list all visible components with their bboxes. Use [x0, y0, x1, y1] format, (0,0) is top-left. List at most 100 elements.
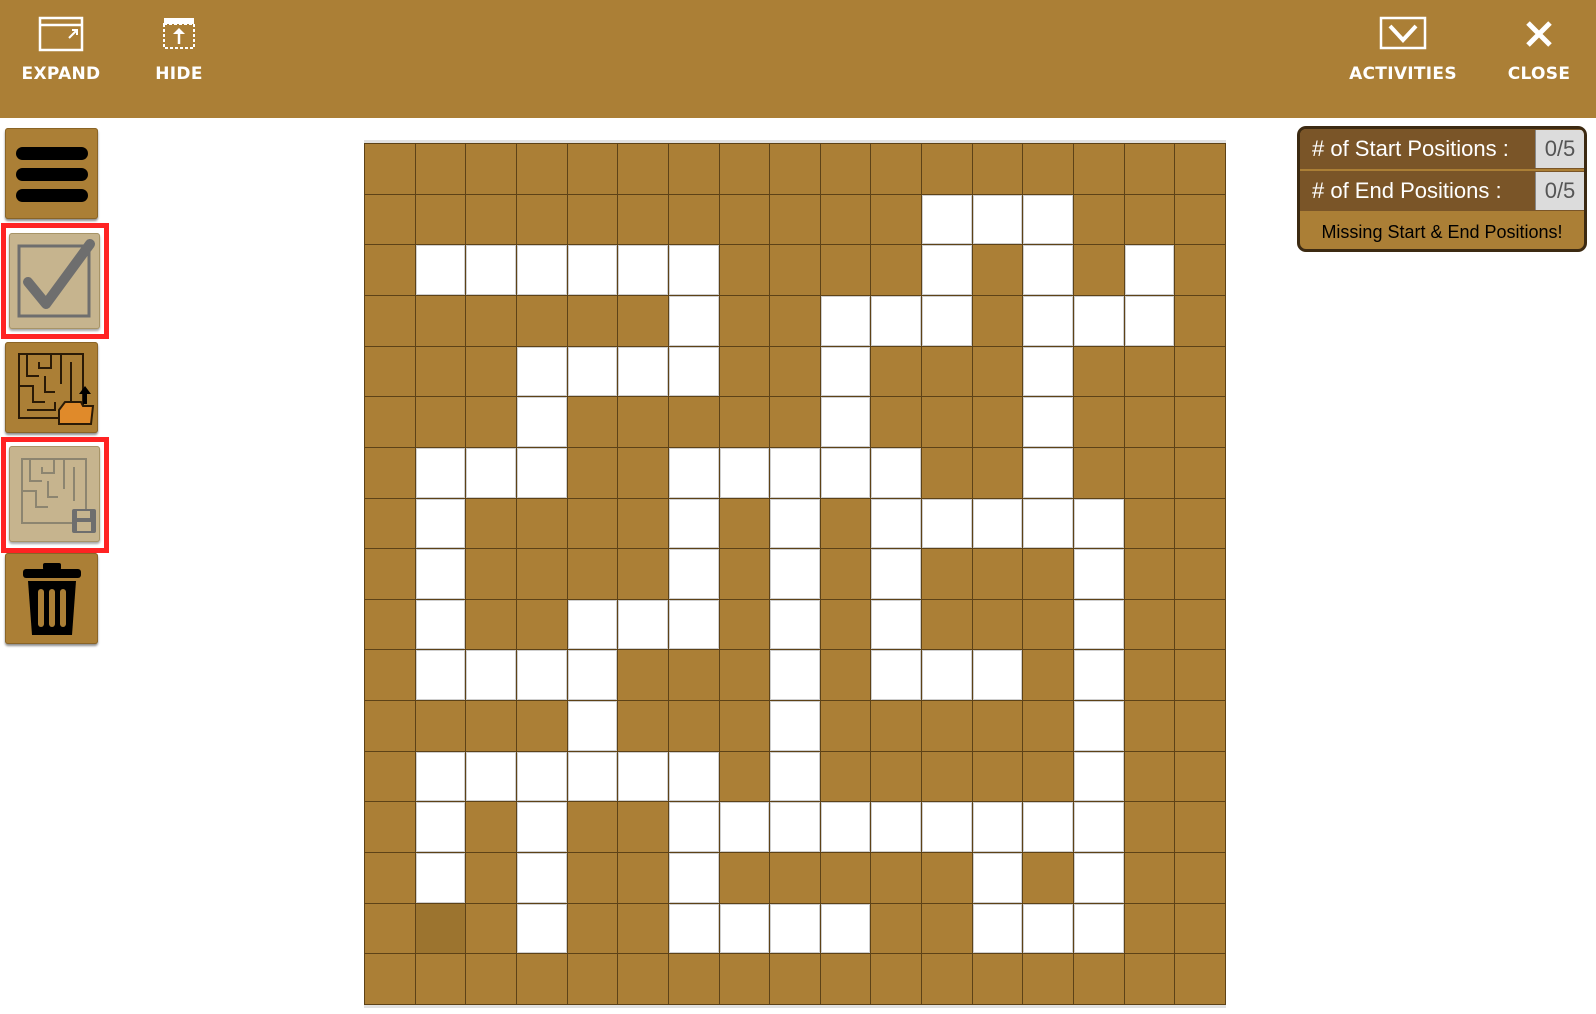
maze-path-cell[interactable] — [668, 447, 719, 498]
maze-wall-cell[interactable] — [415, 295, 466, 346]
maze-wall-cell[interactable] — [1175, 853, 1225, 903]
maze-wall-cell[interactable] — [871, 397, 922, 447]
maze-wall-cell[interactable] — [1175, 447, 1225, 498]
maze-wall-cell[interactable] — [365, 701, 415, 751]
maze-wall-cell[interactable] — [365, 650, 415, 701]
maze-wall-cell[interactable] — [871, 346, 922, 397]
maze-wall-cell[interactable] — [516, 954, 567, 1004]
maze-path-cell[interactable] — [972, 903, 1023, 954]
maze-path-cell[interactable] — [922, 498, 972, 549]
maze-wall-cell[interactable] — [618, 954, 668, 1004]
maze-path-cell[interactable] — [516, 650, 567, 701]
maze-path-cell[interactable] — [770, 802, 820, 853]
maze-wall-cell[interactable] — [668, 144, 719, 194]
maze-wall-cell[interactable] — [1124, 903, 1175, 954]
maze-wall-cell[interactable] — [466, 599, 516, 650]
maze-wall-cell[interactable] — [1023, 144, 1074, 194]
maze-wall-cell[interactable] — [1175, 346, 1225, 397]
hide-button[interactable]: HIDE — [150, 14, 208, 104]
maze-wall-cell[interactable] — [567, 954, 618, 1004]
maze-wall-cell[interactable] — [365, 954, 415, 1004]
maze-path-cell[interactable] — [871, 295, 922, 346]
maze-wall-cell[interactable] — [871, 751, 922, 802]
maze-wall-cell[interactable] — [668, 650, 719, 701]
maze-wall-cell[interactable] — [618, 802, 668, 853]
maze-path-cell[interactable] — [1074, 295, 1124, 346]
maze-path-cell[interactable] — [871, 498, 922, 549]
maze-path-cell[interactable] — [1124, 295, 1175, 346]
maze-wall-cell[interactable] — [1175, 295, 1225, 346]
maze-wall-cell[interactable] — [922, 853, 972, 903]
maze-wall-cell[interactable] — [365, 751, 415, 802]
maze-wall-cell[interactable] — [668, 701, 719, 751]
maze-wall-cell[interactable] — [1124, 549, 1175, 599]
maze-wall-cell[interactable] — [618, 853, 668, 903]
maze-wall-cell[interactable] — [516, 498, 567, 549]
check-button[interactable] — [9, 233, 100, 329]
maze-path-cell[interactable] — [668, 853, 719, 903]
maze-path-cell[interactable] — [466, 751, 516, 802]
maze-wall-cell[interactable] — [1175, 802, 1225, 853]
maze-wall-cell[interactable] — [415, 903, 466, 954]
maze-wall-cell[interactable] — [1175, 650, 1225, 701]
maze-wall-cell[interactable] — [820, 853, 871, 903]
maze-wall-cell[interactable] — [618, 194, 668, 245]
maze-path-cell[interactable] — [770, 599, 820, 650]
maze-wall-cell[interactable] — [466, 701, 516, 751]
maze-wall-cell[interactable] — [516, 701, 567, 751]
maze-wall-cell[interactable] — [871, 144, 922, 194]
maze-path-cell[interactable] — [972, 802, 1023, 853]
maze-wall-cell[interactable] — [618, 144, 668, 194]
maze-wall-cell[interactable] — [1074, 346, 1124, 397]
maze-wall-cell[interactable] — [567, 549, 618, 599]
maze-wall-cell[interactable] — [618, 650, 668, 701]
maze-wall-cell[interactable] — [365, 447, 415, 498]
maze-wall-cell[interactable] — [820, 650, 871, 701]
maze-wall-cell[interactable] — [466, 498, 516, 549]
maze-wall-cell[interactable] — [1023, 701, 1074, 751]
maze-path-cell[interactable] — [871, 650, 922, 701]
maze-wall-cell[interactable] — [922, 599, 972, 650]
maze-wall-cell[interactable] — [871, 954, 922, 1004]
maze-wall-cell[interactable] — [1124, 144, 1175, 194]
maze-path-cell[interactable] — [770, 447, 820, 498]
maze-path-cell[interactable] — [770, 701, 820, 751]
maze-wall-cell[interactable] — [516, 599, 567, 650]
maze-path-cell[interactable] — [516, 346, 567, 397]
maze-wall-cell[interactable] — [719, 144, 770, 194]
maze-wall-cell[interactable] — [1074, 397, 1124, 447]
maze-path-cell[interactable] — [871, 802, 922, 853]
maze-wall-cell[interactable] — [1023, 549, 1074, 599]
maze-wall-cell[interactable] — [770, 853, 820, 903]
maze-wall-cell[interactable] — [618, 295, 668, 346]
maze-wall-cell[interactable] — [922, 903, 972, 954]
maze-path-cell[interactable] — [1023, 194, 1074, 245]
maze-grid[interactable] — [364, 143, 1226, 1005]
maze-path-cell[interactable] — [1023, 295, 1074, 346]
maze-wall-cell[interactable] — [668, 954, 719, 1004]
maze-wall-cell[interactable] — [567, 802, 618, 853]
maze-path-cell[interactable] — [922, 295, 972, 346]
maze-path-cell[interactable] — [567, 245, 618, 295]
maze-wall-cell[interactable] — [1175, 194, 1225, 245]
maze-wall-cell[interactable] — [466, 397, 516, 447]
maze-wall-cell[interactable] — [1023, 599, 1074, 650]
maze-wall-cell[interactable] — [820, 245, 871, 295]
maze-path-cell[interactable] — [871, 549, 922, 599]
maze-path-cell[interactable] — [770, 549, 820, 599]
maze-path-cell[interactable] — [466, 447, 516, 498]
maze-wall-cell[interactable] — [567, 903, 618, 954]
maze-wall-cell[interactable] — [719, 498, 770, 549]
maze-wall-cell[interactable] — [415, 954, 466, 1004]
maze-path-cell[interactable] — [871, 599, 922, 650]
maze-wall-cell[interactable] — [770, 346, 820, 397]
maze-path-cell[interactable] — [415, 599, 466, 650]
maze-wall-cell[interactable] — [415, 346, 466, 397]
maze-path-cell[interactable] — [415, 447, 466, 498]
maze-wall-cell[interactable] — [1023, 853, 1074, 903]
maze-path-cell[interactable] — [618, 245, 668, 295]
maze-wall-cell[interactable] — [516, 194, 567, 245]
maze-path-cell[interactable] — [1074, 853, 1124, 903]
maze-wall-cell[interactable] — [719, 346, 770, 397]
maze-path-cell[interactable] — [618, 599, 668, 650]
